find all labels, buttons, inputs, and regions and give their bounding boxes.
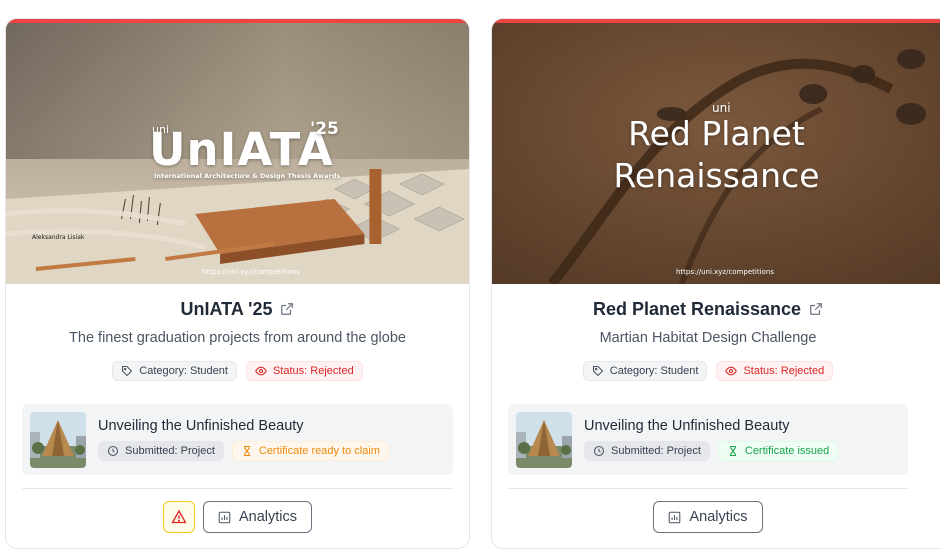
external-link-icon [281, 303, 294, 315]
card-actions: Analytics [492, 501, 940, 533]
card-title-link[interactable]: UnIATA '25 [6, 299, 469, 320]
category-badge: Category: Student [112, 361, 237, 381]
category-label: Category: Student [139, 365, 228, 377]
hero-credit: Aleksandra Lisiak [32, 234, 85, 241]
submission-box[interactable]: Unveiling the Unfinished Beauty Submitte… [22, 404, 453, 475]
hero-brand-logo: UnIATA [149, 123, 334, 176]
certificate-label: Certificate ready to claim [258, 445, 380, 457]
submission-badges: Submitted: Project Certificate issued [584, 441, 839, 461]
status-badge: Status: Rejected [245, 361, 363, 381]
competition-card-red-planet: uni Red Planet Renaissance https://uni.x… [491, 18, 940, 549]
submission-box[interactable]: Unveiling the Unfinished Beauty Submitte… [508, 404, 908, 475]
certificate-badge: Certificate issued [717, 441, 839, 461]
analytics-button[interactable]: Analytics [202, 501, 313, 533]
eye-icon [725, 366, 738, 376]
card-badges: Category: Student Status: Rejected [6, 361, 469, 381]
hero-brand-year: '25 [310, 119, 339, 139]
hourglass-icon [729, 445, 736, 457]
status-badge: Status: Rejected [716, 361, 834, 381]
submission-badges: Submitted: Project Certificate ready to … [98, 441, 389, 461]
card-subtitle: The finest graduation projects from arou… [69, 330, 406, 346]
submitted-badge: Submitted: Project [98, 441, 224, 461]
hero-tagline: International Architecture & Design Thes… [154, 172, 341, 180]
clock-icon [107, 445, 119, 457]
analytics-label: Analytics [238, 509, 298, 525]
card-title: Red Planet Renaissance [592, 299, 802, 319]
eye-icon [255, 366, 267, 376]
submitted-label: Submitted: Project [125, 445, 215, 457]
analytics-button[interactable]: Analytics [653, 501, 763, 533]
chart-icon [669, 511, 681, 523]
submission-thumbnail [516, 412, 572, 468]
category-badge: Category: Student [582, 361, 708, 381]
submission-title: Unveiling the Unfinished Beauty [584, 418, 790, 434]
competition-list: uni UnIATA '25 International Architectur… [0, 0, 940, 560]
warning-button[interactable] [162, 501, 195, 533]
card-subtitle: Martian Habitat Design Challenge [599, 330, 817, 346]
chart-icon [218, 511, 231, 523]
hero-url: https://uni.xyz/competitions [676, 268, 774, 276]
hero-image[interactable]: uni Red Planet Renaissance https://uni.x… [492, 19, 940, 284]
certificate-badge: Certificate ready to claim [231, 441, 389, 461]
card-title-link[interactable]: Red Planet Renaissance [492, 299, 940, 320]
card-actions: Analytics [6, 501, 469, 533]
tag-icon [592, 365, 604, 377]
tag-icon [122, 365, 133, 377]
category-label: Category: Student [609, 365, 699, 377]
hero-brand-line2: Renaissance [613, 156, 820, 195]
competition-card-uniata: uni UnIATA '25 International Architectur… [5, 18, 470, 549]
warning-icon [171, 509, 187, 524]
submission-thumbnail [30, 412, 86, 468]
submission-title: Unveiling the Unfinished Beauty [98, 418, 304, 434]
hero-url: https://uni.xyz/competitions [202, 268, 300, 276]
submitted-label: Submitted: Project [611, 445, 701, 457]
clock-icon [593, 445, 605, 457]
card-badges: Category: Student Status: Rejected [492, 361, 940, 381]
hero-image[interactable]: uni UnIATA '25 International Architectur… [6, 19, 469, 284]
status-label: Status: Rejected [272, 365, 354, 377]
hourglass-icon [243, 445, 250, 457]
external-link-icon [810, 303, 822, 315]
submitted-badge: Submitted: Project [584, 441, 710, 461]
card-title: UnIATA '25 [180, 299, 273, 319]
card-divider [22, 488, 453, 489]
certificate-label: Certificate issued [744, 445, 830, 457]
analytics-label: Analytics [689, 509, 748, 525]
hero-brand-line1: Red Planet [628, 114, 805, 153]
card-divider [508, 488, 908, 489]
status-label: Status: Rejected [743, 365, 825, 377]
